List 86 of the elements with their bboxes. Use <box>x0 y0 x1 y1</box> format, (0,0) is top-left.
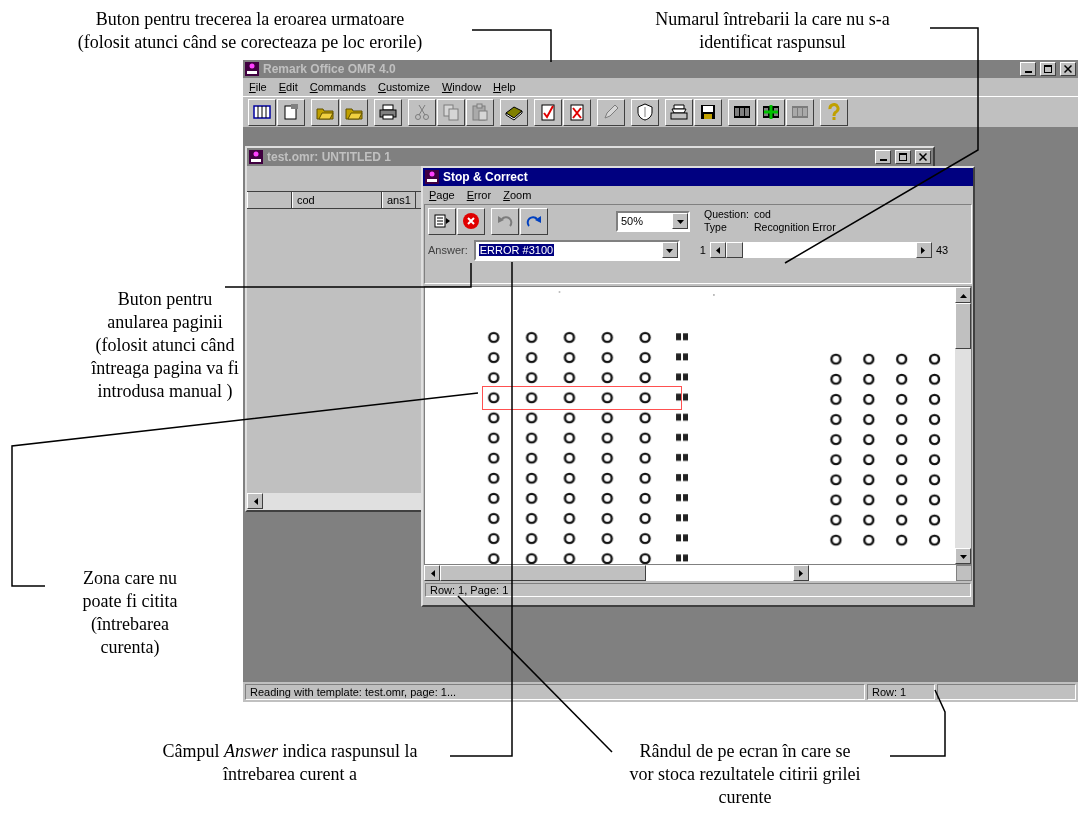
barcode-icon <box>791 103 809 121</box>
type-value: Recognition Error <box>754 221 836 234</box>
scrollbar[interactable] <box>955 287 971 564</box>
annotation-text: Câmpul Answer indica raspunsul la întrebarea curent a <box>161 740 419 786</box>
save-icon <box>699 103 717 121</box>
annotation-text: Buton pentru anularea paginii (folosit atunci când întreaga pagina va fi introdusa manual ) <box>90 288 240 403</box>
field-label: Type <box>704 221 728 234</box>
toolbar-button[interactable] <box>311 98 339 126</box>
toolbar-button[interactable] <box>428 207 456 235</box>
document-icon <box>282 103 300 121</box>
menu-item[interactable]: Help <box>493 81 516 93</box>
question-value: cod <box>754 208 772 221</box>
arrow-icon <box>713 245 723 255</box>
menu-item[interactable]: Page <box>429 189 455 201</box>
menu-item[interactable]: Commands <box>309 81 366 93</box>
answer-field[interactable]: ERROR #3100 <box>473 239 680 261</box>
toolbar-button[interactable] <box>374 98 402 126</box>
copy-icon <box>442 103 460 121</box>
app-icon <box>245 62 259 76</box>
slider-max: 43 <box>935 244 949 256</box>
arrow-icon <box>796 568 806 578</box>
zoom-dropdown[interactable]: 50% <box>616 210 690 232</box>
toolbar-button[interactable] <box>631 98 659 126</box>
scissors-icon <box>413 103 431 121</box>
toolbar-button[interactable] <box>534 98 562 126</box>
help-icon <box>825 103 843 121</box>
close-icon <box>1064 65 1072 73</box>
clipboard-x-icon <box>568 103 586 121</box>
toolbar-button[interactable] <box>563 98 591 126</box>
field-label: Answer: <box>428 244 468 256</box>
status-text: Reading with template: test.omr, page: 1... <box>245 684 865 700</box>
dropdown-button[interactable] <box>661 242 678 258</box>
dropdown-button[interactable] <box>672 213 688 229</box>
menu-item[interactable]: File <box>249 81 267 93</box>
close-icon <box>919 153 927 161</box>
annotation-text: Rândul de pe ecran în care se vor stoca rezultatele citirii grilei curente <box>628 740 862 809</box>
menu-item[interactable]: Customize <box>377 81 430 93</box>
field-label: Question: <box>704 208 750 221</box>
toolbar-button[interactable] <box>340 98 368 126</box>
scrollbar[interactable] <box>424 565 972 581</box>
slider-min: 1 <box>699 244 706 256</box>
app-icon <box>249 150 263 164</box>
printer-icon <box>379 103 397 121</box>
shield-icon <box>636 103 654 121</box>
scanner-icon <box>670 103 688 121</box>
menu-item[interactable]: Zoom <box>503 189 532 201</box>
window-title: Remark Office OMR 4.0 <box>263 62 396 76</box>
app-icon <box>425 170 439 184</box>
barcode-icon <box>733 103 751 121</box>
clipboard-icon <box>471 103 489 121</box>
column-header[interactable] <box>247 192 292 208</box>
barcode-plus-icon <box>762 103 780 121</box>
menu-item[interactable]: Window <box>441 81 482 93</box>
toolbar-button[interactable] <box>500 98 528 126</box>
scrollbar-thumb[interactable] <box>440 565 646 581</box>
next-page-icon <box>433 212 451 230</box>
toolbar-button[interactable] <box>728 98 756 126</box>
toolbar-button[interactable] <box>457 207 485 235</box>
scrollbar-thumb[interactable] <box>955 303 971 349</box>
toolbar-button[interactable] <box>277 98 305 126</box>
window-title: test.omr: UNTITLED 1 <box>267 150 391 164</box>
status-text: Row: 1, Page: 1 <box>425 583 971 597</box>
pencil-icon <box>602 103 620 121</box>
toolbar-button[interactable] <box>820 98 848 126</box>
status-text: Row: 1 <box>867 684 935 700</box>
maximize-icon <box>899 153 907 161</box>
minimize-icon <box>879 159 887 161</box>
window-title: Stop & Correct <box>443 170 528 184</box>
annotation-text: Zona care nu poate fi citita (întrebarea curenta) <box>81 567 179 659</box>
cancel-icon <box>462 212 480 230</box>
minimize-icon <box>1024 71 1032 73</box>
annotation-text: Numarul întrebarii la care nu s-a identificat raspunsul <box>654 8 891 54</box>
toolbar-button[interactable] <box>520 207 548 235</box>
toolbar-button[interactable] <box>694 98 722 126</box>
toolbar-button[interactable] <box>665 98 693 126</box>
maximize-icon <box>1044 65 1052 73</box>
column-header[interactable]: ans1 <box>382 192 416 208</box>
menu-item[interactable]: Error <box>466 189 492 201</box>
toolbar-button[interactable] <box>248 98 276 126</box>
table-icon <box>253 103 271 121</box>
column-header[interactable]: cod <box>292 192 382 208</box>
clipboard-check-icon <box>539 103 557 121</box>
menu-item[interactable]: Edit <box>278 81 298 93</box>
toolbar-button[interactable] <box>757 98 785 126</box>
annotation-text: Buton pentru trecerea la eroarea urmatoare (folosit atunci când se corecteaza pe loc erorile) <box>76 8 424 54</box>
scrollbar[interactable] <box>247 493 423 510</box>
